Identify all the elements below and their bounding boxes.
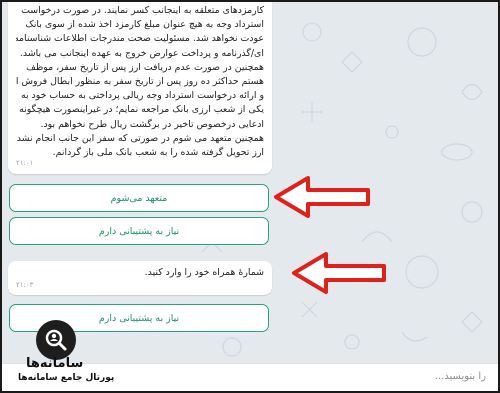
- watermark-brand: سامانه‌ها: [26, 356, 84, 371]
- watermark-tagline: پورتال جامع سامانه‌ها: [18, 373, 115, 383]
- need-support-button[interactable]: نیاز به پشتیبانی دارم: [9, 217, 269, 245]
- bot-message-phone-request: شمارهٔ همراه خود را وارد کنید. ۲۱:۰۳: [8, 261, 272, 295]
- message-input-placeholder: را بنویسید...: [434, 371, 486, 382]
- search-person-icon: [36, 320, 76, 360]
- message-line: هستم حداکثر ده روز پس از تاریخ سفر به من…: [16, 76, 264, 88]
- message-line: همچنین در صورت عدم دریافت ارز پس از تاری…: [26, 61, 264, 73]
- red-arrow-annotation-icon: [292, 252, 386, 294]
- watermark-logo: سامانه‌ها پورتال جامع سامانه‌ها: [18, 320, 138, 390]
- message-line: استرداد وجه به هیچ عنوان مبلغ کارمزد اخذ…: [25, 19, 264, 31]
- bot-message-terms: کارمزدهای متعلقه به اینجانب کسر نمایند. …: [8, 2, 272, 174]
- message-line: یکی از شعب ارزی بانک مراجعه نمایم؛ در غی…: [19, 104, 264, 116]
- message-line: ادعایی درخصوص تاخیر در برگشت ریال طرح نخ…: [40, 118, 264, 130]
- message-line: همچنین متعهد می شوم در صورتی که سفر این …: [16, 132, 264, 144]
- message-timestamp: ۲۱:۰۳: [16, 281, 34, 289]
- commit-button[interactable]: متعهد می‌شوم: [9, 184, 269, 212]
- message-line: کارمزدهای متعلقه به اینجانب کسر نمایند. …: [21, 5, 264, 16]
- message-line: ای/گذرنامه و پرداخت عوارض خروج به عهده ا…: [19, 47, 264, 59]
- message-timestamp: ۲۱:۰۱: [16, 158, 34, 167]
- message-line: ارز تحویل گرفته شده را به شعب بانک ملی ب…: [52, 147, 264, 159]
- message-line: و ارائه درخواست استرداد وجه ریالی پرداخت…: [20, 90, 264, 102]
- message-text: شمارهٔ همراه خود را وارد کنید.: [144, 267, 264, 278]
- chat-window: کارمزدهای متعلقه به اینجانب کسر نمایند. …: [0, 0, 500, 393]
- red-arrow-annotation-icon: [274, 176, 370, 218]
- message-line: عودت نخواهد شد. مسئولیت صحت مندرجات اطلا…: [16, 33, 264, 45]
